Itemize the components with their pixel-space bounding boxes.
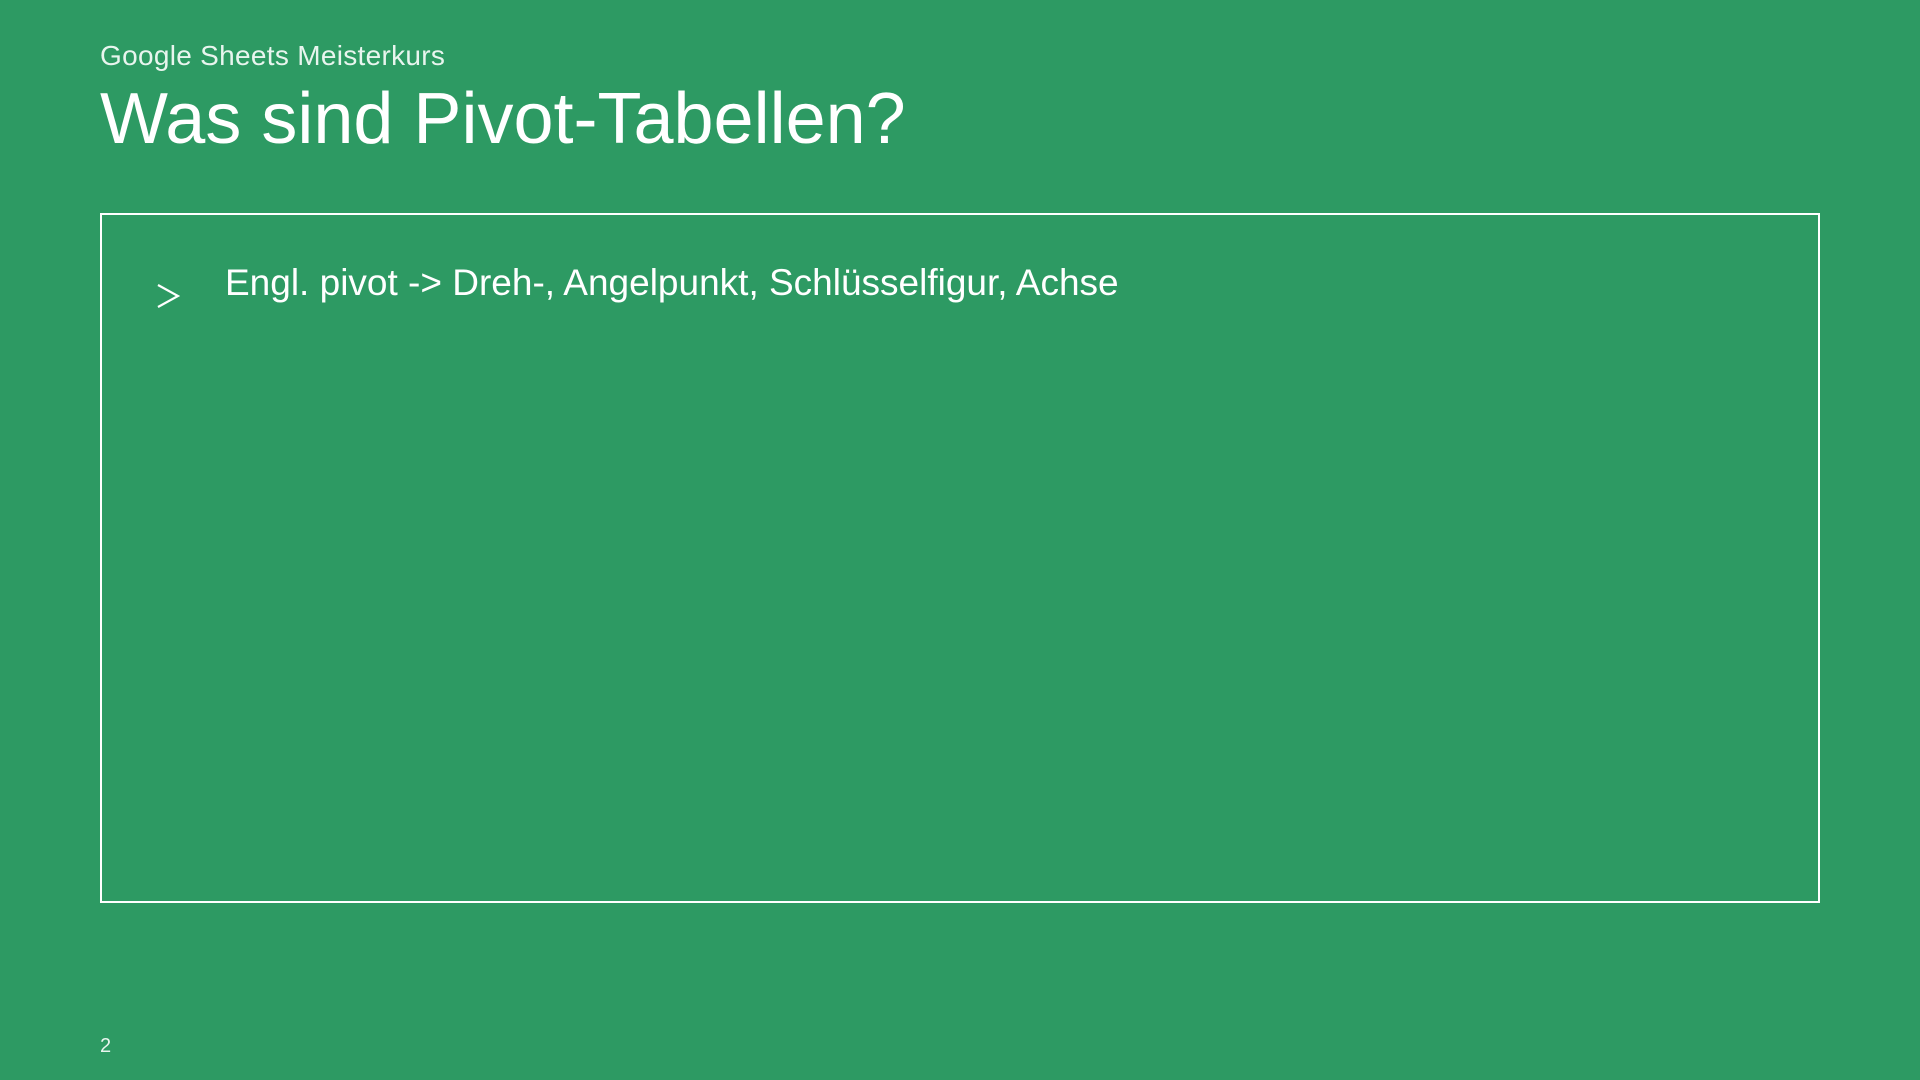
slide-title: Was sind Pivot-Tabellen? — [100, 82, 1820, 158]
slide-subtitle: Google Sheets Meisterkurs — [100, 40, 1820, 72]
list-item: Engl. pivot -> Dreh-, Angelpunkt, Schlüs… — [152, 257, 1768, 309]
bullet-list: Engl. pivot -> Dreh-, Angelpunkt, Schlüs… — [152, 257, 1768, 309]
bullet-text: Engl. pivot -> Dreh-, Angelpunkt, Schlüs… — [225, 257, 1768, 309]
slide: Google Sheets Meisterkurs Was sind Pivot… — [0, 0, 1920, 1080]
chevron-right-icon — [156, 271, 180, 297]
content-box: Engl. pivot -> Dreh-, Angelpunkt, Schlüs… — [100, 213, 1820, 903]
page-number: 2 — [100, 1035, 111, 1058]
